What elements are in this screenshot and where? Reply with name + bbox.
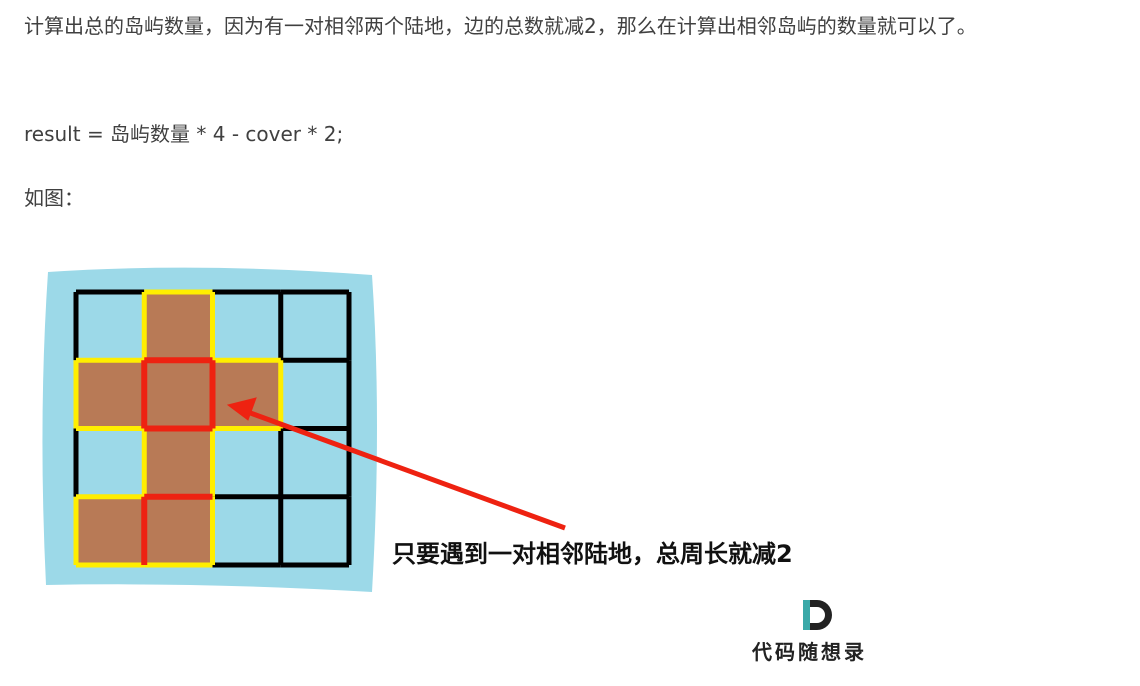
water-cell xyxy=(76,292,145,361)
land-cell xyxy=(144,360,213,429)
logo-icon xyxy=(803,600,832,630)
water-cell xyxy=(280,496,349,565)
land-cell xyxy=(144,292,213,361)
figure-caption: 只要遇到一对相邻陆地，总周长就减2 xyxy=(392,540,793,568)
land-cell xyxy=(144,428,213,497)
island-perimeter-figure xyxy=(42,267,832,630)
water-cell xyxy=(212,496,281,565)
water-cell xyxy=(76,428,145,497)
logo-text: 代码随想录 xyxy=(752,640,867,664)
land-cell xyxy=(76,360,145,429)
water-cell xyxy=(212,428,281,497)
water-cell xyxy=(212,292,281,361)
water-cell xyxy=(280,360,349,429)
land-cell xyxy=(144,496,213,565)
land-cell xyxy=(76,496,145,565)
water-cell xyxy=(280,292,349,361)
